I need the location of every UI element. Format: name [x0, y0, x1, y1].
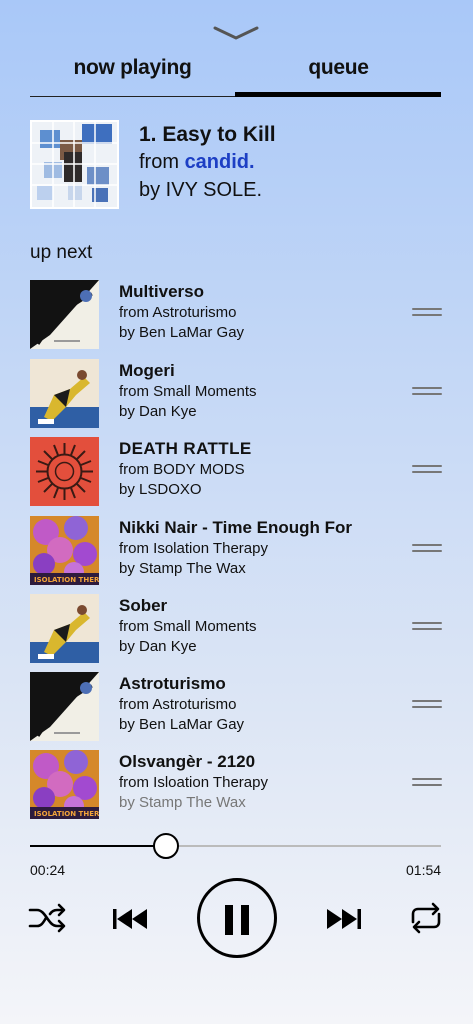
queue-item-album: from BODY MODS [119, 461, 245, 478]
drag-handle-icon[interactable] [412, 308, 442, 320]
queue-item-title: Sober [119, 596, 168, 615]
repeat-icon[interactable] [408, 902, 444, 934]
queue-item-album: from Astroturismo [119, 696, 237, 713]
album-art-small-moments [30, 594, 99, 663]
skip-next-icon[interactable] [326, 907, 362, 931]
total-time: 01:54 [406, 862, 442, 878]
playback-controls [0, 878, 473, 962]
queue-item-artist: by Stamp The Wax [119, 794, 246, 811]
queue-item-artist: by Stamp The Wax [119, 560, 246, 577]
tab-queue[interactable]: queue [236, 56, 441, 80]
tab-now-playing[interactable]: now playing [30, 56, 235, 80]
queue-item-title: Nikki Nair - Time Enough For [119, 518, 352, 537]
drag-handle-icon[interactable] [412, 465, 442, 477]
queue-item-album: from Isloation Therapy [119, 774, 268, 791]
tab-bar: now playing queue [30, 52, 441, 99]
current-track-artist: by IVY SOLE. [139, 179, 263, 201]
current-track-title: 1. Easy to Kill [139, 123, 276, 146]
drag-handle-icon[interactable] [412, 387, 442, 399]
queue-item-album: from Astroturismo [119, 304, 237, 321]
queue-item-artist: by Dan Kye [119, 638, 197, 655]
up-next-heading: up next [30, 242, 93, 263]
album-art-isolation-therapy: ISOLATION THERAPY [30, 750, 99, 819]
queue-item-artist: by Ben LaMar Gay [119, 716, 245, 733]
album-art-isolation-therapy: ISOLATION THERAPY [30, 516, 99, 585]
queue-item-title: Olsvangèr - 2120 [119, 752, 256, 771]
queue-item[interactable]: ISOLATION THERAPY Olsvangèr - 2120 from … [0, 750, 473, 820]
queue-item-title: Astroturismo [119, 674, 226, 693]
queue-item-artist: by Ben LaMar Gay [119, 324, 245, 341]
queue-item-album: from Isolation Therapy [119, 540, 268, 557]
album-art-small-moments [30, 359, 99, 428]
album-art-candid [30, 120, 119, 209]
drag-handle-icon[interactable] [412, 778, 442, 790]
chevron-down-icon[interactable] [212, 24, 260, 42]
from-prefix: from [139, 151, 185, 173]
queue-item-album: from Small Moments [119, 383, 257, 400]
queue-item-artist: by LSDOXO [119, 481, 202, 498]
svg-text:ISOLATION THERAPY: ISOLATION THERAPY [34, 576, 99, 584]
queue-item-artist: by Dan Kye [119, 403, 197, 420]
pause-icon [241, 905, 249, 935]
shuffle-icon[interactable] [28, 902, 68, 934]
progress-slider[interactable] [30, 833, 441, 859]
current-album-link[interactable]: candid. [185, 151, 255, 173]
queue-item[interactable]: DEATH RATTLE from BODY MODS by LSDOXO [0, 437, 473, 507]
queue-item[interactable]: Multiverso from Astroturismo by Ben LaMa… [0, 280, 473, 350]
queue-item-title: Mogeri [119, 361, 175, 380]
progress-fill [30, 845, 166, 847]
queue-item[interactable]: Mogeri from Small Moments by Dan Kye [0, 359, 473, 429]
queue-item[interactable]: Sober from Small Moments by Dan Kye [0, 594, 473, 664]
album-art-body-mods [30, 437, 99, 506]
queue-item-title: Multiverso [119, 282, 205, 301]
queue-item-album: from Small Moments [119, 618, 257, 635]
current-track: 1. Easy to Kill from candid. by IVY SOLE… [30, 120, 450, 212]
drag-handle-icon[interactable] [412, 622, 442, 634]
pause-button[interactable] [197, 878, 277, 958]
album-art-astroturismo [30, 672, 99, 741]
queue-item[interactable]: ISOLATION THERAPY Nikki Nair - Time Enou… [0, 516, 473, 586]
skip-previous-icon[interactable] [112, 907, 148, 931]
queue-item[interactable]: Astroturismo from Astroturismo by Ben La… [0, 672, 473, 742]
album-art-astroturismo [30, 280, 99, 349]
drag-handle-icon[interactable] [412, 700, 442, 712]
queue-item-title: DEATH RATTLE [119, 439, 252, 458]
drag-handle-icon[interactable] [412, 544, 442, 556]
current-track-album-line: from candid. [139, 151, 255, 174]
progress-knob[interactable] [152, 833, 179, 859]
tab-active-indicator [235, 92, 441, 97]
pause-icon [225, 905, 233, 935]
svg-text:ISOLATION THERAPY: ISOLATION THERAPY [34, 810, 99, 818]
elapsed-time: 00:24 [30, 862, 66, 878]
